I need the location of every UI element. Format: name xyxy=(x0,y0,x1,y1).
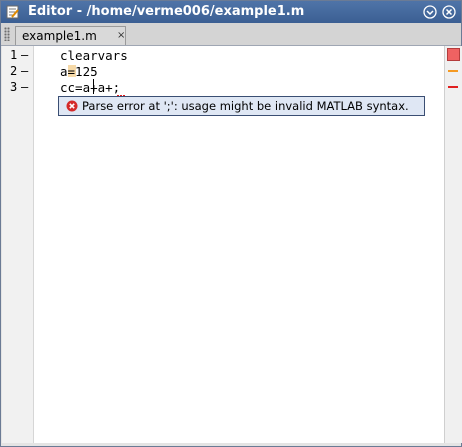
code-line[interactable]: a=125 xyxy=(60,64,98,79)
line-number: 2 xyxy=(10,64,18,78)
menu-circle-icon[interactable] xyxy=(423,5,437,19)
tab-label: example1.m xyxy=(22,29,97,43)
breakpoint-marker[interactable]: – xyxy=(21,48,28,62)
error-status-indicator[interactable] xyxy=(447,48,460,61)
close-circle-icon[interactable] xyxy=(442,5,456,19)
error-message: Parse error at ';': usage might be inval… xyxy=(82,99,409,113)
message-indicator-bar xyxy=(444,46,462,443)
breakpoint-marker[interactable]: – xyxy=(21,80,28,94)
code-line[interactable]: clearvars xyxy=(60,48,128,63)
window-title: Editor - /home/verme006/example1.m xyxy=(28,4,305,19)
error-marker[interactable] xyxy=(448,86,458,88)
line-number: 1 xyxy=(10,48,18,62)
tab-strip: example1.m × xyxy=(1,23,461,46)
text-caret xyxy=(93,79,94,94)
error-icon xyxy=(66,100,78,112)
code-line[interactable]: cc=a+a+; xyxy=(60,80,120,95)
breakpoint-marker[interactable]: – xyxy=(21,64,28,78)
tab-example1[interactable]: example1.m × xyxy=(15,26,126,45)
line-number: 3 xyxy=(10,80,18,94)
drag-grip-icon[interactable] xyxy=(4,27,10,41)
line-number-gutter: 1 – 2 – 3 – xyxy=(2,46,34,443)
title-bar[interactable]: Editor - /home/verme006/example1.m xyxy=(1,1,461,23)
document-icon xyxy=(6,5,19,19)
warning-marker[interactable] xyxy=(448,70,458,72)
tab-close-icon[interactable]: × xyxy=(117,30,125,41)
editor-window: Editor - /home/verme006/example1.m examp… xyxy=(0,0,462,447)
error-tooltip: Parse error at ';': usage might be inval… xyxy=(58,96,425,116)
